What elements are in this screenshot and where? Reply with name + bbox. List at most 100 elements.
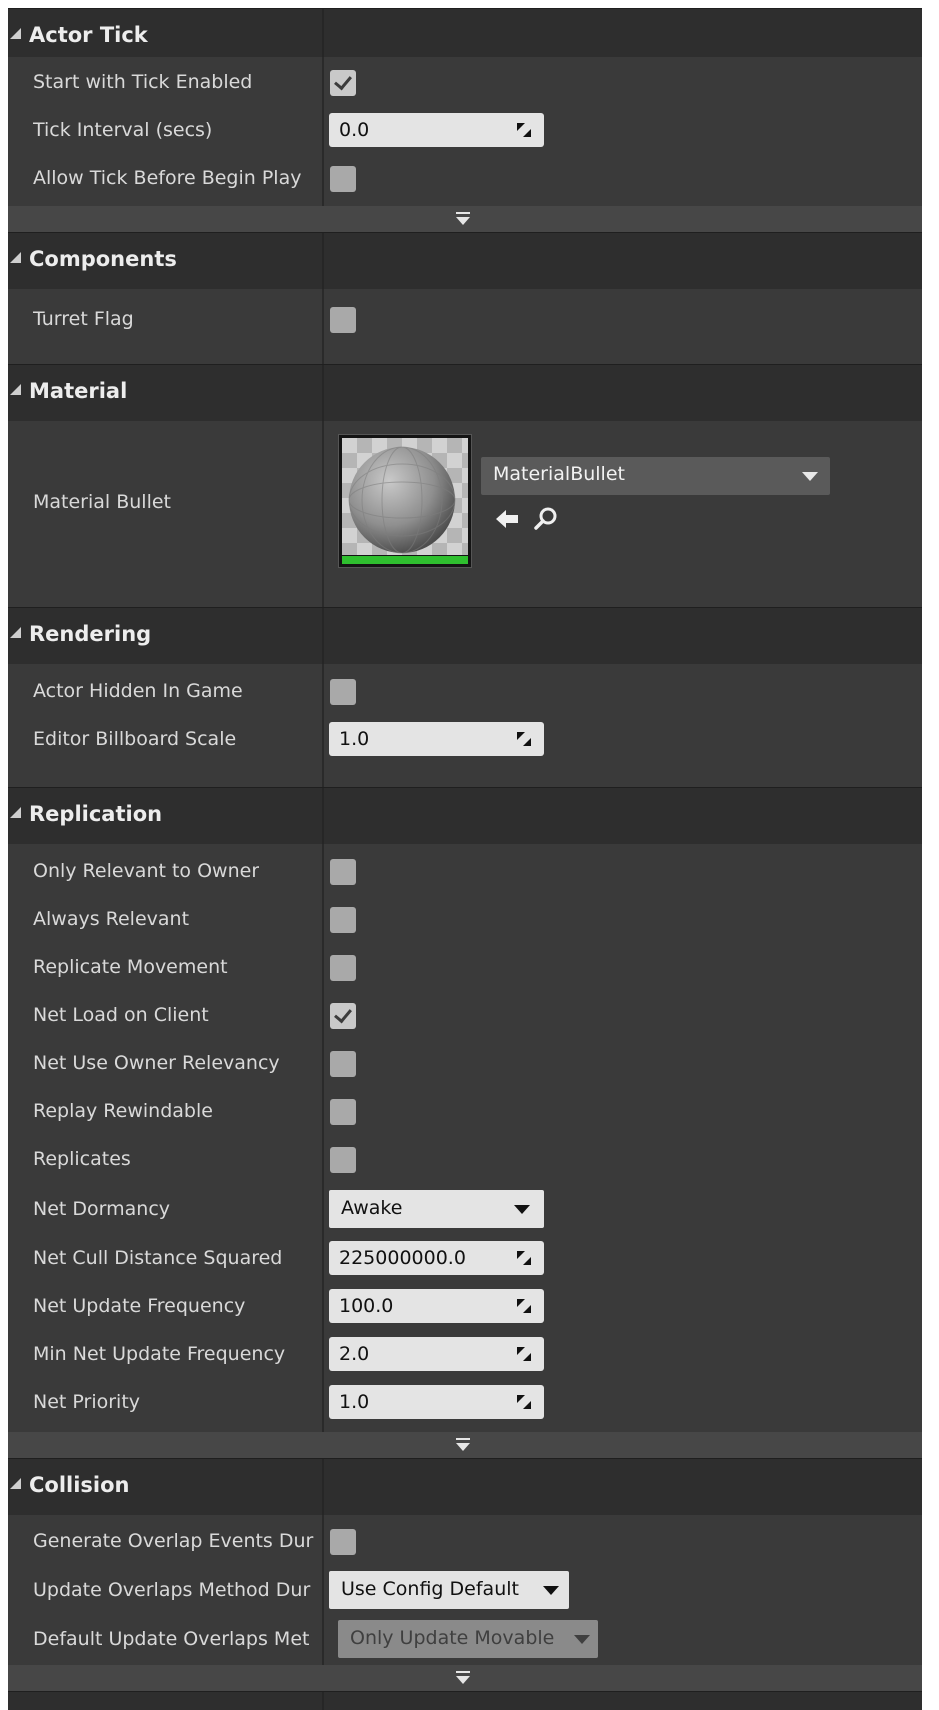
- property-row: Only Relevant to Owner: [8, 847, 922, 895]
- property-label: Net Update Frequency: [33, 1295, 246, 1317]
- drag-spin-icon[interactable]: [516, 122, 532, 138]
- category-replication[interactable]: Replication: [8, 787, 922, 845]
- selected-value: Only Update Movable: [350, 1627, 555, 1649]
- advanced-expander-button[interactable]: [8, 1665, 922, 1691]
- selected-value: Use Config Default: [341, 1578, 519, 1600]
- turret-flag-checkbox[interactable]: [330, 307, 356, 333]
- generate-overlap-events-checkbox[interactable]: [330, 1529, 356, 1555]
- tick-interval-input[interactable]: 0.0: [329, 113, 544, 147]
- arrow-left-icon[interactable]: [493, 505, 521, 533]
- actor-hidden-in-game-checkbox[interactable]: [330, 679, 356, 705]
- checkmark-icon: [334, 71, 352, 91]
- field-value: 225000000.0: [339, 1247, 466, 1269]
- category-material[interactable]: Material: [8, 364, 922, 422]
- replication-properties: Only Relevant to Owner Always Relevant R…: [8, 844, 922, 1432]
- category-rendering[interactable]: Rendering: [8, 607, 922, 665]
- material-asset-picker[interactable]: MaterialBullet: [481, 457, 830, 495]
- property-row: Always Relevant: [8, 895, 922, 943]
- category-title: Rendering: [29, 622, 152, 646]
- property-row: Actor Hidden In Game: [8, 667, 922, 715]
- start-with-tick-enabled-checkbox[interactable]: [330, 70, 356, 96]
- always-relevant-checkbox[interactable]: [330, 907, 356, 933]
- net-use-owner-relevancy-checkbox[interactable]: [330, 1051, 356, 1077]
- field-value: 100.0: [339, 1295, 394, 1317]
- column-divider: [322, 233, 324, 290]
- chevron-down-icon: [802, 472, 818, 481]
- components-properties: Turret Flag: [8, 289, 922, 364]
- property-label: Min Net Update Frequency: [33, 1343, 286, 1365]
- drag-spin-icon[interactable]: [516, 731, 532, 747]
- property-label: Start with Tick Enabled: [33, 71, 253, 93]
- magnifier-icon[interactable]: [532, 505, 560, 533]
- property-row: Start with Tick Enabled: [8, 58, 922, 106]
- property-label: Update Overlaps Method Dur: [33, 1579, 311, 1601]
- column-divider: [322, 788, 324, 845]
- property-row: Turret Flag: [8, 295, 922, 343]
- drag-spin-icon[interactable]: [516, 1250, 532, 1266]
- field-value: 1.0: [339, 728, 370, 750]
- collapse-triangle-icon[interactable]: [10, 1478, 21, 1489]
- editor-billboard-scale-input[interactable]: 1.0: [329, 722, 544, 756]
- min-net-update-frequency-input[interactable]: 2.0: [329, 1337, 544, 1371]
- property-label: Turret Flag: [33, 308, 134, 330]
- category-title: Components: [29, 247, 177, 271]
- collapse-triangle-icon[interactable]: [10, 384, 21, 395]
- advanced-expander-button[interactable]: [8, 206, 922, 232]
- property-row: Generate Overlap Events Dur: [8, 1517, 922, 1565]
- property-label: Net Priority: [33, 1391, 141, 1413]
- column-divider: [322, 365, 324, 422]
- chevron-down-icon: [574, 1635, 590, 1644]
- category-components[interactable]: Components: [8, 232, 922, 290]
- net-update-frequency-input[interactable]: 100.0: [329, 1289, 544, 1323]
- chevron-down-icon: [543, 1586, 559, 1595]
- advanced-expander-button[interactable]: [8, 1432, 922, 1458]
- update-overlaps-method-dropdown[interactable]: Use Config Default: [329, 1571, 569, 1609]
- collapse-triangle-icon[interactable]: [10, 627, 21, 638]
- column-splitter[interactable]: [322, 421, 324, 607]
- next-category-header[interactable]: [8, 1691, 922, 1710]
- property-row: Update Overlaps Method Dur Use Config De…: [8, 1566, 922, 1614]
- replicate-movement-checkbox[interactable]: [330, 955, 356, 981]
- net-load-on-client-checkbox[interactable]: [330, 1003, 356, 1029]
- property-row: Replay Rewindable: [8, 1087, 922, 1135]
- default-update-overlaps-method-dropdown: Only Update Movable: [338, 1620, 598, 1658]
- collapse-triangle-icon[interactable]: [10, 28, 21, 39]
- property-label: Net Load on Client: [33, 1004, 209, 1026]
- property-row: Default Update Overlaps Met Only Update …: [8, 1615, 922, 1663]
- property-label: Replay Rewindable: [33, 1100, 213, 1122]
- net-dormancy-dropdown[interactable]: Awake: [329, 1190, 544, 1228]
- property-label: Net Cull Distance Squared: [33, 1247, 283, 1269]
- advanced-expander-icon: [455, 1670, 471, 1686]
- property-row: Editor Billboard Scale 1.0: [8, 715, 922, 763]
- selected-value: Awake: [341, 1197, 403, 1219]
- property-label: Allow Tick Before Begin Play: [33, 167, 302, 189]
- details-panel: Actor Tick Start with Tick Enabled Tick …: [0, 0, 939, 1710]
- property-label: Only Relevant to Owner: [33, 860, 260, 882]
- column-divider: [322, 1459, 324, 1516]
- property-row: Net Use Owner Relevancy: [8, 1039, 922, 1087]
- allow-tick-before-begin-play-checkbox[interactable]: [330, 166, 356, 192]
- property-row: Net Cull Distance Squared 225000000.0: [8, 1234, 922, 1282]
- column-divider: [322, 1692, 324, 1710]
- property-row: Net Priority 1.0: [8, 1378, 922, 1426]
- material-properties: Material Bullet MaterialBullet: [8, 421, 922, 607]
- collapse-triangle-icon[interactable]: [10, 252, 21, 263]
- net-priority-input[interactable]: 1.0: [329, 1385, 544, 1419]
- actor-tick-properties: Start with Tick Enabled Tick Interval (s…: [8, 57, 922, 206]
- selected-asset: MaterialBullet: [493, 463, 625, 485]
- category-collision[interactable]: Collision: [8, 1458, 922, 1516]
- replay-rewindable-checkbox[interactable]: [330, 1099, 356, 1125]
- only-relevant-to-owner-checkbox[interactable]: [330, 859, 356, 885]
- field-value: 0.0: [339, 119, 370, 141]
- replicates-checkbox[interactable]: [330, 1147, 356, 1173]
- field-value: 2.0: [339, 1343, 370, 1365]
- material-thumbnail[interactable]: [338, 434, 472, 568]
- chevron-down-icon: [514, 1205, 530, 1214]
- property-label: Material Bullet: [33, 491, 172, 513]
- collapse-triangle-icon[interactable]: [10, 807, 21, 818]
- drag-spin-icon[interactable]: [516, 1346, 532, 1362]
- drag-spin-icon[interactable]: [516, 1394, 532, 1410]
- drag-spin-icon[interactable]: [516, 1298, 532, 1314]
- property-label: Editor Billboard Scale: [33, 728, 237, 750]
- net-cull-distance-squared-input[interactable]: 225000000.0: [329, 1241, 544, 1275]
